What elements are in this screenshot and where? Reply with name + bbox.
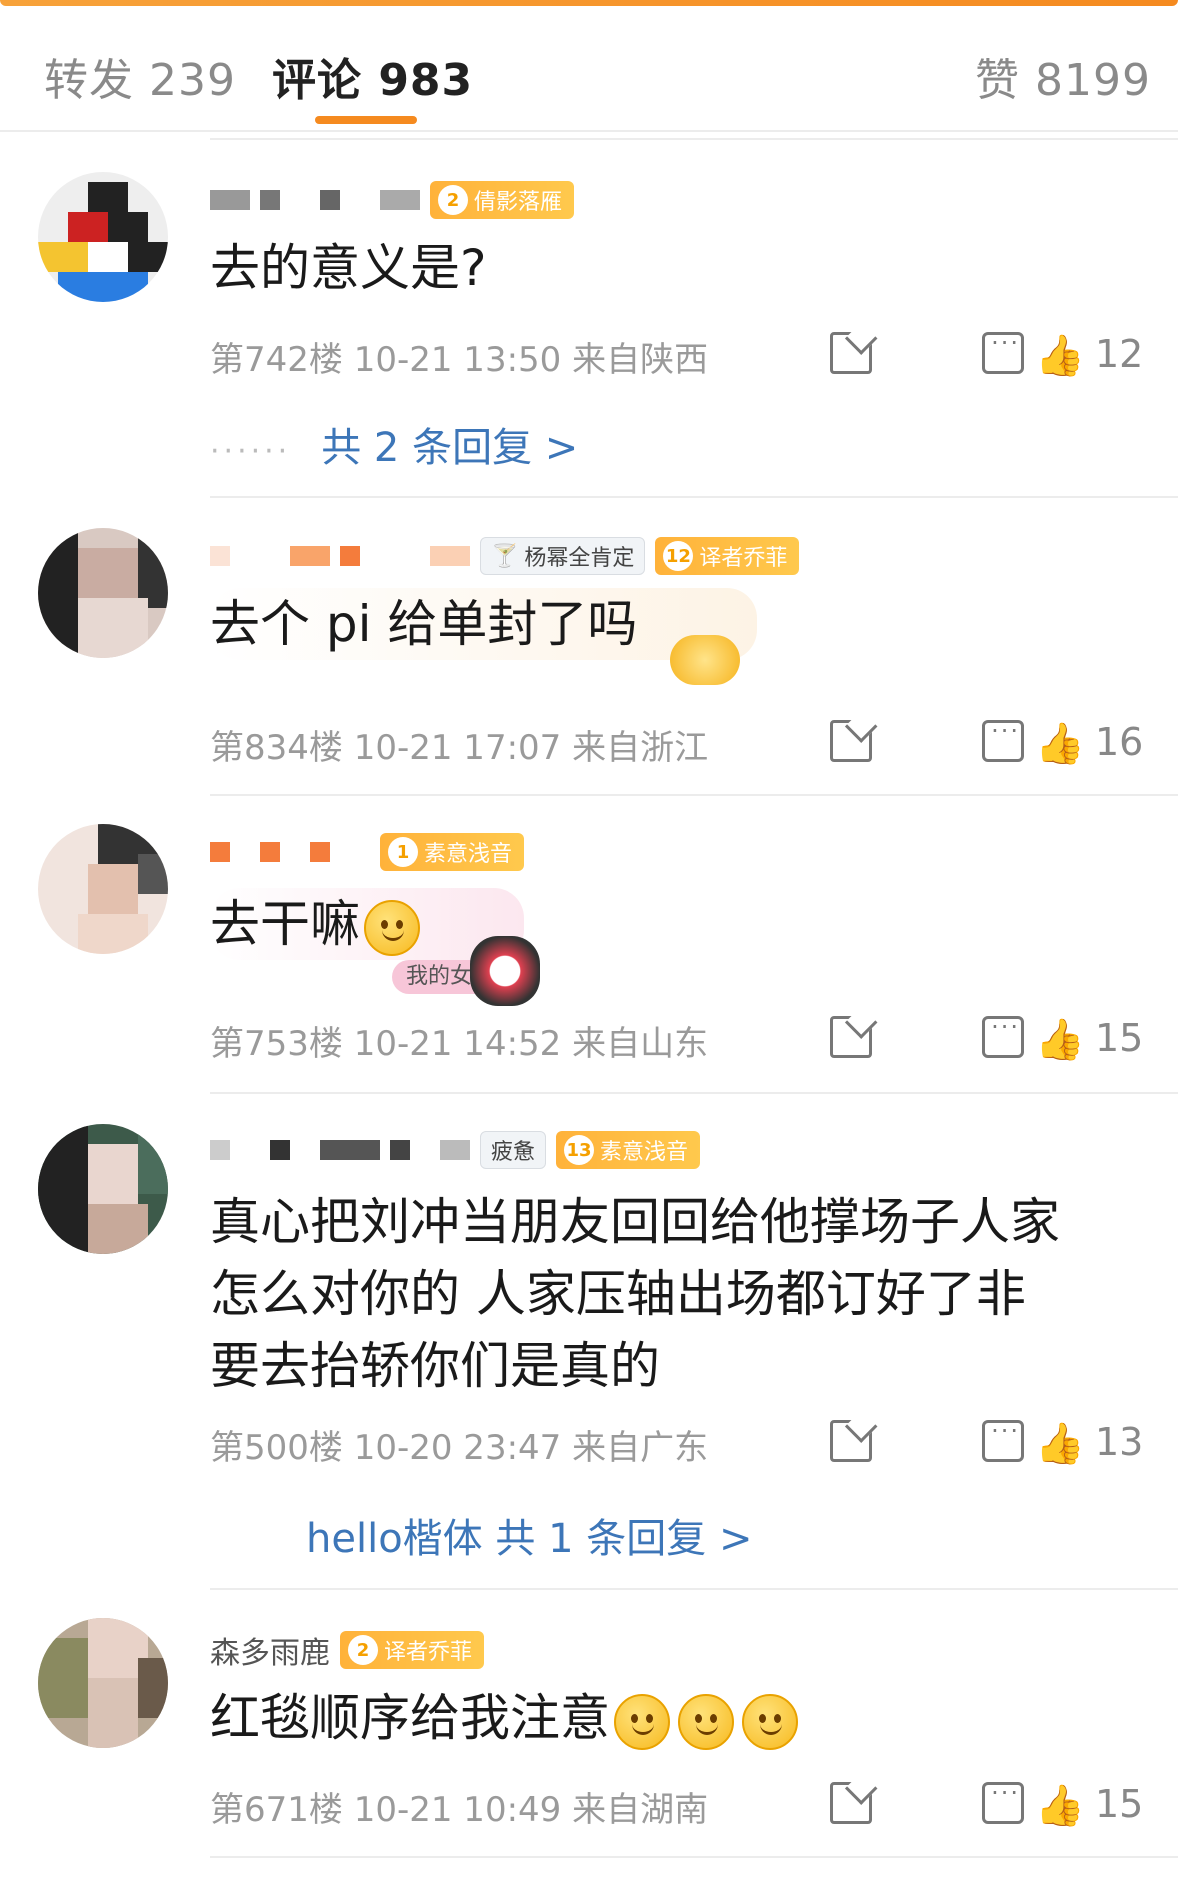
username-row: 2 倩影落雁: [210, 178, 575, 222]
divider: [210, 1856, 1178, 1858]
comment-text: 红毯顺序给我注意: [210, 1682, 802, 1754]
smile-emoji-icon: [614, 1693, 670, 1750]
comment-text-line: 要去抬轿你们是真的: [210, 1337, 660, 1395]
divider: [210, 1092, 1178, 1094]
blurred-username[interactable]: [210, 1140, 230, 1160]
fan-badge[interactable]: 13 素意浅音: [556, 1131, 701, 1169]
username-row: 1 素意浅音: [210, 830, 525, 874]
share-icon[interactable]: [830, 1782, 872, 1824]
username-row: 疲惫 13 素意浅音: [210, 1128, 701, 1172]
smile-emoji-icon: [678, 1693, 734, 1750]
tab-likes[interactable]: 赞 8199: [975, 44, 1151, 108]
like-icon[interactable]: 👍: [1035, 1782, 1085, 1829]
comment-meta: 第742楼 10-21 13:50 来自陕西: [210, 340, 709, 380]
comment-meta: 第671楼 10-21 10:49 来自湖南: [210, 1790, 709, 1830]
like-count: 12: [1095, 332, 1144, 376]
comment-actions: 👍 12: [830, 329, 1144, 382]
divider: [210, 794, 1178, 796]
divider: [210, 138, 1178, 140]
like-count: 16: [1095, 720, 1144, 764]
tab-comments[interactable]: 评论 983: [272, 44, 473, 108]
like-icon[interactable]: 👍: [1035, 720, 1085, 767]
avatar[interactable]: [38, 824, 168, 954]
reply-icon[interactable]: [982, 1779, 1025, 1824]
avatar[interactable]: [38, 1618, 168, 1748]
like-icon[interactable]: 👍: [1035, 1420, 1085, 1467]
avatar[interactable]: [38, 1124, 168, 1254]
super-topic-badge[interactable]: 疲惫: [480, 1131, 547, 1169]
fan-badge[interactable]: 12 译者乔菲: [655, 537, 800, 575]
super-topic-badge[interactable]: 🍸 杨幂全肯定: [480, 537, 646, 575]
share-icon[interactable]: [830, 1016, 872, 1058]
like-count: 15: [1095, 1016, 1144, 1060]
like-count: 15: [1095, 1782, 1144, 1826]
comment-actions: 👍 15: [830, 1779, 1144, 1832]
reply-icon[interactable]: [982, 329, 1025, 374]
top-accent-bar: [0, 0, 1178, 6]
fan-badge[interactable]: 2 译者乔菲: [340, 1631, 485, 1669]
avatar[interactable]: [38, 172, 168, 302]
share-icon[interactable]: [830, 720, 872, 762]
comment-actions: 👍 15: [830, 1013, 1144, 1066]
reply-icon[interactable]: [982, 1013, 1025, 1058]
like-icon[interactable]: 👍: [1035, 1016, 1085, 1063]
replies-link[interactable]: ······ 共 2 条回复 >: [210, 415, 578, 473]
smile-emoji-icon: [742, 1693, 798, 1750]
comment-text-line: 真心把刘冲当朋友回回给他撑场子人家: [210, 1193, 1060, 1251]
fan-badge[interactable]: 2 倩影落雁: [430, 181, 575, 219]
blurred-username[interactable]: [210, 546, 230, 566]
blurred-username[interactable]: [210, 842, 230, 862]
fan-badge[interactable]: 1 素意浅音: [380, 833, 525, 871]
username-row: 森多雨鹿 2 译者乔菲: [210, 1628, 485, 1672]
comment-meta: 第500楼 10-20 23:47 来自广东: [210, 1428, 709, 1468]
comment-actions: 👍 16: [830, 717, 1144, 770]
reply-icon[interactable]: [982, 717, 1025, 762]
active-tab-indicator: [315, 116, 417, 124]
tab-bar: 转发 239 评论 983 赞 8199: [0, 14, 1178, 132]
replies-link[interactable]: hello楷体 共 1 条回复 >: [306, 1506, 752, 1564]
girl-sticker-icon: [470, 936, 540, 1006]
comment-text-line: 怎么对你的 人家压轴出场都订好了非: [210, 1265, 1026, 1323]
comment-meta: 第753楼 10-21 14:52 来自山东: [210, 1024, 709, 1064]
share-icon[interactable]: [830, 1420, 872, 1462]
comment-meta: 第834楼 10-21 17:07 来自浙江: [210, 728, 709, 768]
smile-emoji-icon: [364, 899, 420, 956]
comment-text: 去的意义是?: [210, 239, 487, 297]
partial-username[interactable]: 森多雨鹿: [210, 1628, 330, 1672]
crown-sticker-icon: [670, 635, 740, 685]
divider: [210, 1588, 1178, 1590]
divider: [210, 496, 1178, 498]
comment-actions: 👍 13: [830, 1417, 1144, 1470]
tab-repost[interactable]: 转发 239: [44, 44, 236, 108]
share-icon[interactable]: [830, 332, 872, 374]
blurred-username[interactable]: [210, 190, 250, 210]
avatar[interactable]: [38, 528, 168, 658]
username-row: 🍸 杨幂全肯定 12 译者乔菲: [210, 534, 800, 578]
like-count: 13: [1095, 1420, 1144, 1464]
like-icon[interactable]: 👍: [1035, 332, 1085, 379]
reply-icon[interactable]: [982, 1417, 1025, 1462]
